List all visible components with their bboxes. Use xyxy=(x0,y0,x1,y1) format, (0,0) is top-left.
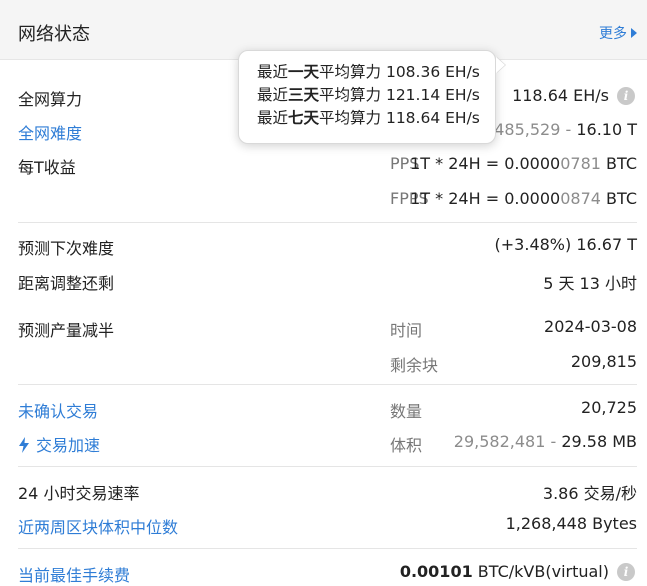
divider xyxy=(18,548,637,549)
more-link-label: 更多 xyxy=(599,26,627,42)
difficulty-main: 16.10 T xyxy=(576,120,637,139)
accelerate-label: 交易加速 xyxy=(36,436,101,455)
tooltip-arrow xyxy=(496,57,505,73)
median-block-size-link[interactable]: 近两周区块体积中位数 xyxy=(18,514,178,538)
tx-size-label: 体积 xyxy=(390,436,423,455)
difficulty-link[interactable]: 全网难度 xyxy=(18,120,82,144)
fpps-value: 1T * 24H = 0.00000874 BTC xyxy=(410,189,637,208)
tx-size-main: 29.58 MB xyxy=(561,432,637,451)
tx-count-label: 数量 xyxy=(390,402,423,421)
halving-blocks-value: 209,815 xyxy=(570,352,637,371)
tx-size-raw: 29,582,481 xyxy=(453,432,546,451)
tooltip-line-3d: 最近三天平均算力 121.14 EH/s xyxy=(257,84,495,107)
accelerate-link[interactable]: 交易加速 xyxy=(18,432,100,456)
tooltip-period: 三天 xyxy=(288,86,320,104)
difficulty-sep: - xyxy=(560,120,577,139)
halving-time-label: 时间 xyxy=(390,321,423,340)
best-fee-amount: 0.00101 xyxy=(399,562,473,581)
section-title: 网络状态 xyxy=(18,24,90,45)
median-block-size-value: 1,268,448 Bytes xyxy=(505,514,637,533)
tooltip-period: 七天 xyxy=(288,109,320,127)
tooltip-value: 平均算力 108.36 EH/s xyxy=(319,63,480,81)
chevron-right-icon xyxy=(631,28,637,38)
tx-rate-value: 3.86 交易/秒 xyxy=(542,484,637,503)
tx-size-value: 29,582,481 - 29.58 MB xyxy=(454,432,637,451)
next-difficulty-value: (+3.48%) 16.67 T xyxy=(494,235,637,254)
hashrate-label: 全网算力 xyxy=(18,90,83,109)
pps-grey: 0781 xyxy=(560,154,601,173)
divider xyxy=(18,222,637,223)
best-fee-link[interactable]: 当前最佳手续费 xyxy=(18,562,130,586)
hashrate-tooltip: 最近一天平均算力 108.36 EH/s 最近三天平均算力 121.14 EH/… xyxy=(238,50,496,144)
tx-rate-label: 24 小时交易速率 xyxy=(18,484,140,503)
tooltip-line-1d: 最近一天平均算力 108.36 EH/s xyxy=(257,61,495,84)
tooltip-value: 平均算力 121.14 EH/s xyxy=(319,86,480,104)
pps-formula: 1T * 24H = 0.0000 xyxy=(410,154,561,173)
halving-time-value: 2024-03-08 xyxy=(544,317,637,336)
fpps-unit: BTC xyxy=(600,189,637,208)
info-icon[interactable]: i xyxy=(617,87,635,105)
tx-size-sep: - xyxy=(545,432,562,451)
tooltip-line-7d: 最近七天平均算力 118.64 EH/s xyxy=(257,107,495,130)
tooltip-prefix: 最近 xyxy=(257,63,289,81)
adjust-remaining-label: 距离调整还剩 xyxy=(18,274,115,293)
unconfirmed-tx-link[interactable]: 未确认交易 xyxy=(18,398,98,422)
fpps-grey: 0874 xyxy=(560,189,601,208)
pps-value: 1T * 24H = 0.00000781 BTC xyxy=(410,154,637,173)
halving-blocks-label: 剩余块 xyxy=(390,356,439,375)
best-fee-value: 0.00101 BTC/kVB(virtual) xyxy=(400,562,609,581)
tooltip-period: 一天 xyxy=(288,63,320,81)
best-fee-unit: BTC/kVB(virtual) xyxy=(472,562,609,581)
tooltip-prefix: 最近 xyxy=(257,86,289,104)
tooltip-value: 平均算力 118.64 EH/s xyxy=(319,109,480,127)
divider xyxy=(18,384,637,385)
hashrate-value: 118.64 EH/s xyxy=(512,86,609,105)
pps-unit: BTC xyxy=(600,154,637,173)
info-icon[interactable]: i xyxy=(617,563,635,581)
next-difficulty-label: 预测下次难度 xyxy=(18,239,115,258)
adjust-remaining-value: 5 天 13 小时 xyxy=(543,274,637,293)
tx-count-value: 20,725 xyxy=(581,398,637,417)
lightning-icon xyxy=(19,437,29,453)
per-t-income-label: 每T收益 xyxy=(18,158,76,177)
fpps-formula: 1T * 24H = 0.0000 xyxy=(410,189,561,208)
more-link[interactable]: 更多 xyxy=(599,23,637,43)
divider xyxy=(18,466,637,467)
halving-label: 预测产量减半 xyxy=(18,321,115,340)
tooltip-prefix: 最近 xyxy=(257,109,289,127)
